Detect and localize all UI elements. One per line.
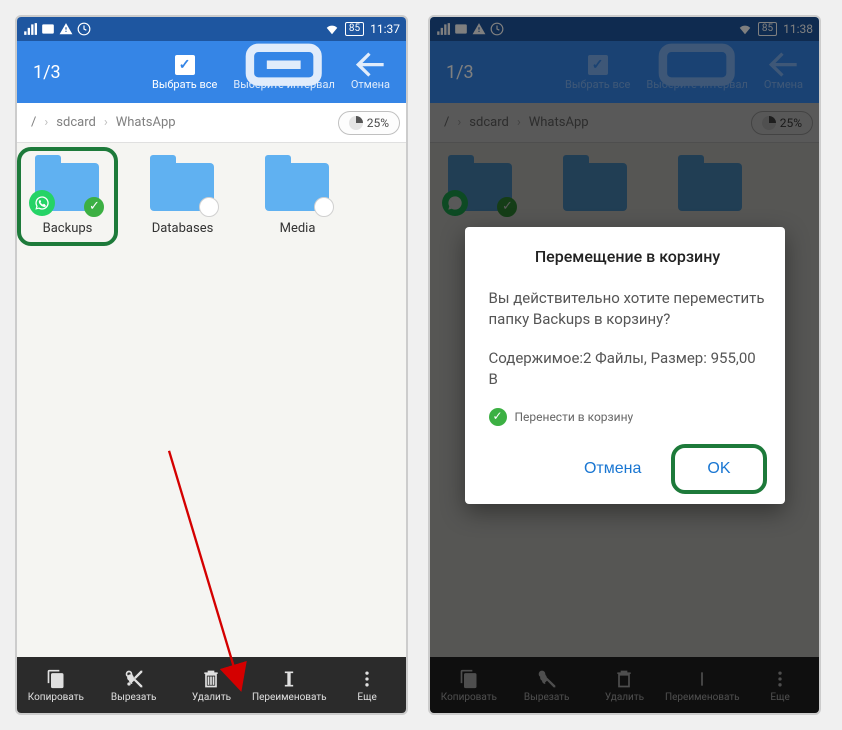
recycle-checkbox[interactable]: Перенести в корзину xyxy=(489,408,767,426)
folder-label: Databases xyxy=(140,221,225,236)
more-button[interactable]: Еще xyxy=(328,668,406,703)
unchecked-icon xyxy=(314,197,334,217)
pie-icon xyxy=(349,116,363,130)
battery-indicator: 85 xyxy=(345,22,364,36)
folder-databases[interactable]: Databases xyxy=(140,155,225,236)
clock: 11:37 xyxy=(370,22,400,36)
selection-count: 1/3 xyxy=(33,62,144,83)
warning-icon xyxy=(59,22,73,36)
file-grid: Backups Databases Media xyxy=(17,143,406,657)
recycle-label: Перенести в корзину xyxy=(515,410,634,424)
copy-button[interactable]: Копировать xyxy=(17,668,95,703)
rename-label: Переименовать xyxy=(252,692,327,703)
dialog-cancel-button[interactable]: Отмена xyxy=(562,448,663,490)
usage-label: 25% xyxy=(367,116,389,130)
select-range-button[interactable]: Выберите интервал xyxy=(225,54,342,91)
dialog-body-1: Вы действительно хотите переместить папк… xyxy=(489,288,767,330)
check-icon xyxy=(489,408,507,426)
signal-icon xyxy=(23,22,37,36)
app-icon xyxy=(41,22,55,36)
highlight-annotation: OK xyxy=(671,444,766,494)
sync-icon xyxy=(77,22,91,36)
storage-usage[interactable]: 25% xyxy=(338,111,400,135)
check-icon xyxy=(84,197,104,217)
crumb-whatsapp[interactable]: WhatsApp xyxy=(108,115,184,130)
cut-button[interactable]: Вырезать xyxy=(95,668,173,703)
dialog-title: Перемещение в корзину xyxy=(489,247,767,266)
delete-label: Удалить xyxy=(192,692,231,703)
select-all-label: Выбрать все xyxy=(152,78,217,91)
select-all-button[interactable]: ✓ Выбрать все xyxy=(144,54,225,91)
crumb-root[interactable]: / xyxy=(23,115,44,130)
folder-label: Media xyxy=(255,221,340,236)
breadcrumb: / › sdcard › WhatsApp 25% xyxy=(17,103,406,143)
phone-right: 85 11:38 1/3 ✓ Выбрать все Выберите инте… xyxy=(428,15,821,715)
whatsapp-icon xyxy=(29,190,55,216)
unchecked-icon xyxy=(199,197,219,217)
confirm-dialog: Перемещение в корзину Вы действительно х… xyxy=(465,227,785,504)
cut-label: Вырезать xyxy=(111,692,157,703)
folder-label: Backups xyxy=(25,221,110,236)
dialog-ok-button[interactable]: OK xyxy=(685,448,752,490)
select-range-label: Выберите интервал xyxy=(233,78,334,91)
crumb-sdcard[interactable]: sdcard xyxy=(48,115,104,130)
status-bar: 85 11:37 xyxy=(17,17,406,41)
folder-backups[interactable]: Backups xyxy=(25,155,110,236)
cancel-button[interactable]: Отмена xyxy=(343,54,398,91)
selection-toolbar: 1/3 ✓ Выбрать все Выберите интервал Отме… xyxy=(17,41,406,103)
cancel-label: Отмена xyxy=(351,78,390,91)
phone-left: 85 11:37 1/3 ✓ Выбрать все Выберите инте… xyxy=(15,15,408,715)
delete-button[interactable]: Удалить xyxy=(173,668,251,703)
modal-overlay: Перемещение в корзину Вы действительно х… xyxy=(430,17,819,713)
copy-label: Копировать xyxy=(28,692,84,703)
highlight-annotation: Backups xyxy=(17,147,118,246)
folder-media[interactable]: Media xyxy=(255,155,340,236)
bottom-toolbar: Копировать Вырезать Удалить Переименоват… xyxy=(17,657,406,713)
rename-button[interactable]: Переименовать xyxy=(250,668,328,703)
dialog-body-2: Содержимое:2 Файлы, Размер: 955,00 B xyxy=(489,348,767,390)
more-label: Еще xyxy=(357,692,376,703)
arrow-annotation xyxy=(147,443,277,693)
